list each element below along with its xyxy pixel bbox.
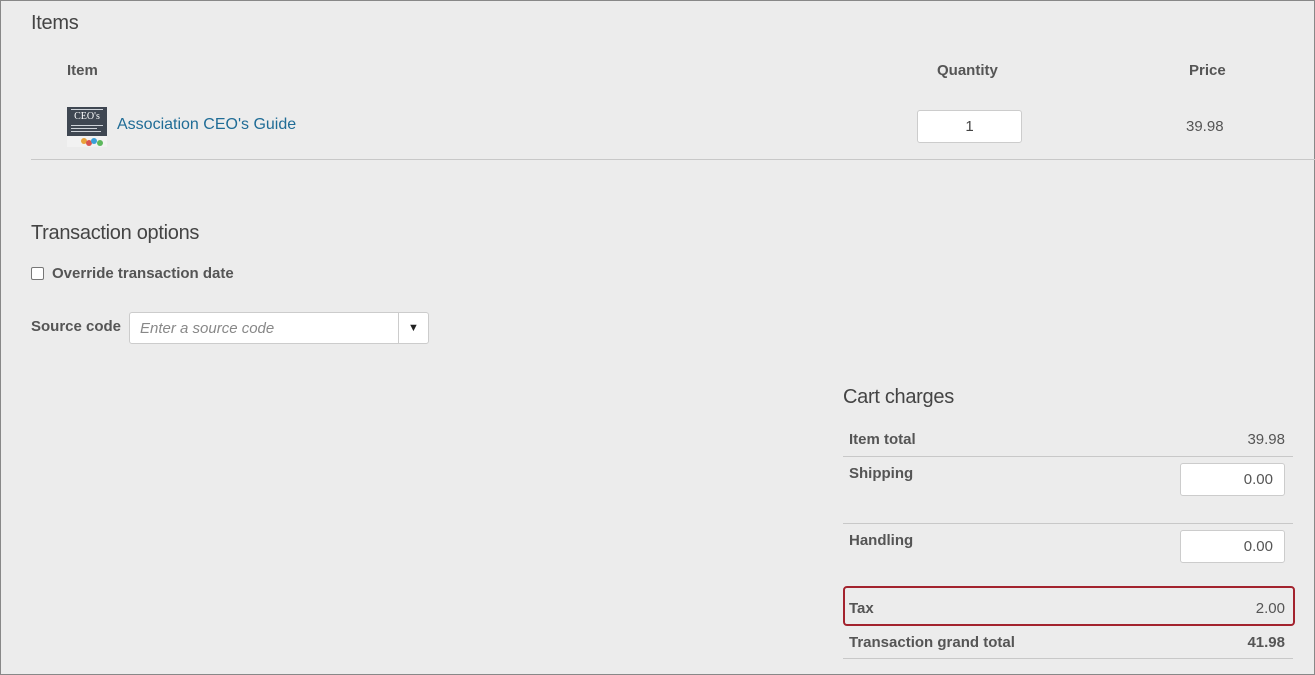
handling-label: Handling bbox=[849, 532, 914, 549]
item-total-label: Item total bbox=[849, 431, 916, 448]
items-section-title: Items bbox=[31, 12, 79, 34]
shipping-input[interactable] bbox=[1180, 463, 1285, 496]
quantity-input[interactable] bbox=[917, 110, 1022, 143]
charges-divider bbox=[843, 523, 1293, 524]
override-date-label[interactable]: Override transaction date bbox=[52, 265, 234, 282]
item-name-link[interactable]: Association CEO's Guide bbox=[117, 116, 296, 134]
product-thumbnail[interactable]: CEO's bbox=[67, 107, 107, 147]
transaction-options-title: Transaction options bbox=[31, 222, 200, 244]
override-date-checkbox[interactable] bbox=[31, 267, 44, 280]
source-code-combobox[interactable]: ▼ bbox=[129, 312, 429, 344]
source-code-label: Source code bbox=[31, 318, 122, 335]
tax-label: Tax bbox=[849, 600, 874, 617]
items-divider bbox=[31, 159, 1315, 160]
quantity-column-header: Quantity bbox=[937, 62, 998, 79]
tax-value: 2.00 bbox=[1255, 600, 1285, 617]
item-total-value: 39.98 bbox=[1247, 431, 1285, 448]
shipping-label: Shipping bbox=[849, 465, 914, 482]
item-column-header: Item bbox=[67, 62, 98, 79]
grand-total-label: Transaction grand total bbox=[849, 634, 1015, 651]
handling-input[interactable] bbox=[1180, 530, 1285, 563]
cart-charges-title: Cart charges bbox=[843, 386, 954, 408]
charges-divider bbox=[843, 658, 1293, 659]
thumbnail-title: CEO's bbox=[74, 111, 100, 122]
price-column-header: Price bbox=[1189, 62, 1226, 79]
caret-down-icon[interactable]: ▼ bbox=[398, 313, 428, 343]
item-price: 39.98 bbox=[1186, 118, 1224, 135]
charges-divider bbox=[843, 456, 1293, 457]
source-code-input[interactable] bbox=[130, 313, 398, 343]
grand-total-value: 41.98 bbox=[1247, 634, 1285, 651]
tax-highlight-box bbox=[843, 586, 1295, 626]
